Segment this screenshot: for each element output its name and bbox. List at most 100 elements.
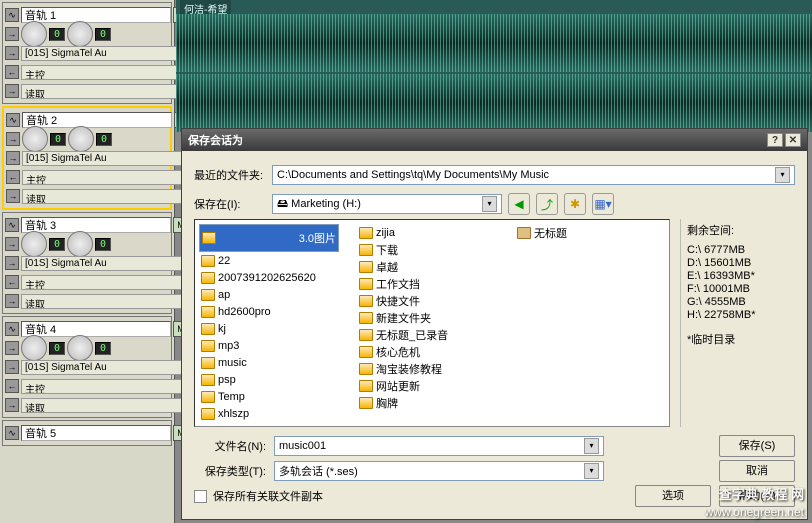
options-button[interactable]: 选项 [635,485,711,507]
track-name-input[interactable] [21,425,171,441]
folder-item[interactable]: 3.0图片 [199,224,339,252]
arrow-icon: → [5,256,19,270]
folder-item[interactable]: 下载 [357,241,497,258]
folder-item[interactable]: 无标题_已录音 [357,326,497,343]
item-label: xhlszp [218,408,249,420]
chevron-down-icon[interactable]: ▾ [775,167,790,183]
folder-icon [201,323,215,335]
help-button[interactable]: 帮助(H) [719,485,795,507]
folder-item[interactable]: xhlszp [199,405,339,422]
file-list[interactable]: 3.0图片 22 20073912026256​20aphd2600prokjmp3… [194,219,670,427]
folder-item[interactable]: 卓越 [357,258,497,275]
recent-folder-value: C:\Documents and Settings\tq\My Document… [277,169,549,181]
folder-item[interactable]: zijia [357,224,497,241]
folder-item[interactable]: kj [199,320,339,337]
folder-item[interactable]: 快捷文件 [357,292,497,309]
save-button[interactable]: 保存(S) [719,435,795,457]
folder-item[interactable]: 新建文件夹 [357,309,497,326]
volume-knob[interactable] [21,231,47,257]
folder-item[interactable]: psp [199,371,339,388]
chevron-down-icon[interactable]: ▾ [584,463,599,479]
folder-item[interactable]: 工作文挡 [357,275,497,292]
recent-folder-dropdown[interactable]: C:\Documents and Settings\tq\My Document… [272,165,795,185]
folder-icon [359,312,373,324]
folder-item[interactable]: 20073912026256​20 [199,269,339,286]
folder-icon [201,255,215,267]
pan-knob[interactable] [67,231,93,257]
filetype-dropdown[interactable]: 多轨会话 (*.ses) ▾ [274,461,604,481]
folder-icon [359,227,373,239]
folder-item[interactable]: music [199,354,339,371]
track-2[interactable]: ∿ M S R → 0 0 →[015] SigmaTel Au▸ ←主控▸ →… [2,106,172,210]
output-dropdown[interactable]: [01S] SigmaTel Au [21,360,208,375]
track-5[interactable]: ∿ M S R [2,420,172,446]
pan-knob[interactable] [68,126,94,152]
recent-folder-label: 最近的文件夹: [194,167,266,183]
automation-dropdown[interactable]: 读取 [21,398,208,413]
folder-item[interactable]: 淘宝装修教程 [357,360,497,377]
folder-item[interactable]: Temp [199,388,339,405]
help-button-icon[interactable]: ? ✕ [767,133,801,147]
bus-dropdown[interactable]: 主控 [21,275,208,290]
volume-value: 0 [50,133,66,146]
volume-knob[interactable] [22,126,48,152]
folder-item[interactable]: 无标题 [515,224,655,241]
folder-item[interactable]: 胸牌 [357,394,497,411]
cancel-button[interactable]: 取消 [719,460,795,482]
item-label: 工作文挡 [376,276,420,292]
folder-item[interactable]: 核心危机 [357,343,497,360]
folder-icon [359,329,373,341]
folder-item[interactable]: mp3 [199,337,339,354]
new-folder-icon[interactable]: ✱ [564,193,586,215]
filename-input[interactable]: music001 ▾ [274,436,604,456]
item-label: 22 [218,255,230,267]
track-3[interactable]: ∿ M S R → 0 0 →[01S] SigmaTel Au▸ ←主控▸ →… [2,212,172,314]
save-in-dropdown[interactable]: 🖴 Marketing (H:) ▾ [272,194,502,214]
dialog-title: 保存会话为 [188,132,243,148]
back-icon[interactable]: ◀ [508,193,530,215]
chevron-down-icon[interactable]: ▾ [584,438,599,454]
folder-icon [359,278,373,290]
track-name-input[interactable] [21,7,171,23]
automation-dropdown[interactable]: 读取 [21,294,208,309]
folder-icon [201,357,215,369]
folder-item[interactable]: 22 [199,252,339,269]
arrow-icon: → [5,27,19,41]
arrow-icon: → [5,341,19,355]
track-name-input[interactable] [21,321,171,337]
item-label: music [218,357,247,369]
folder-icon [359,346,373,358]
item-label: 核心危机 [376,344,420,360]
waveform-area[interactable]: 何洁-希望 [176,0,812,130]
chevron-down-icon[interactable]: ▾ [482,196,497,212]
close-button[interactable]: ✕ [785,133,801,147]
view-menu-icon[interactable]: ▦▾ [592,193,614,215]
context-help-button[interactable]: ? [767,133,783,147]
pan-value: 0 [95,238,111,251]
pan-knob[interactable] [67,335,93,361]
folder-item[interactable]: ap [199,286,339,303]
up-one-level-icon[interactable]: ⤴ [536,193,558,215]
dialog-titlebar[interactable]: 保存会话为 ? ✕ [182,129,807,151]
folder-icon [359,380,373,392]
volume-knob[interactable] [21,335,47,361]
arrow-icon: ← [5,379,19,393]
save-copies-checkbox[interactable] [194,490,207,503]
track-name-input[interactable] [21,217,171,233]
waveform-icon: ∿ [5,218,19,232]
arrow-icon: → [5,294,19,308]
waveform-icon: ∿ [5,322,19,336]
track-name-input[interactable] [22,112,172,128]
folder-item[interactable]: hd2600pro [199,303,339,320]
drive-free-space: G:\ 4555MB [687,296,795,308]
pan-knob[interactable] [67,21,93,47]
track-4[interactable]: ∿ M S R → 0 0 →[01S] SigmaTel Au▸ ←主控▸ →… [2,316,172,418]
bus-dropdown[interactable]: 主控 [21,379,208,394]
volume-knob[interactable] [21,21,47,47]
drive-free-space: F:\ 10001MB [687,283,795,295]
folder-item[interactable]: 网站更新 [357,377,497,394]
filename-value: music001 [279,440,326,452]
output-dropdown[interactable]: [01S] SigmaTel Au [21,256,208,271]
item-label: zijia [376,227,395,239]
track-1[interactable]: ∿ M S R → 0 0 →[01S] SigmaTel Au▸ ←主控▸ →… [2,2,172,104]
